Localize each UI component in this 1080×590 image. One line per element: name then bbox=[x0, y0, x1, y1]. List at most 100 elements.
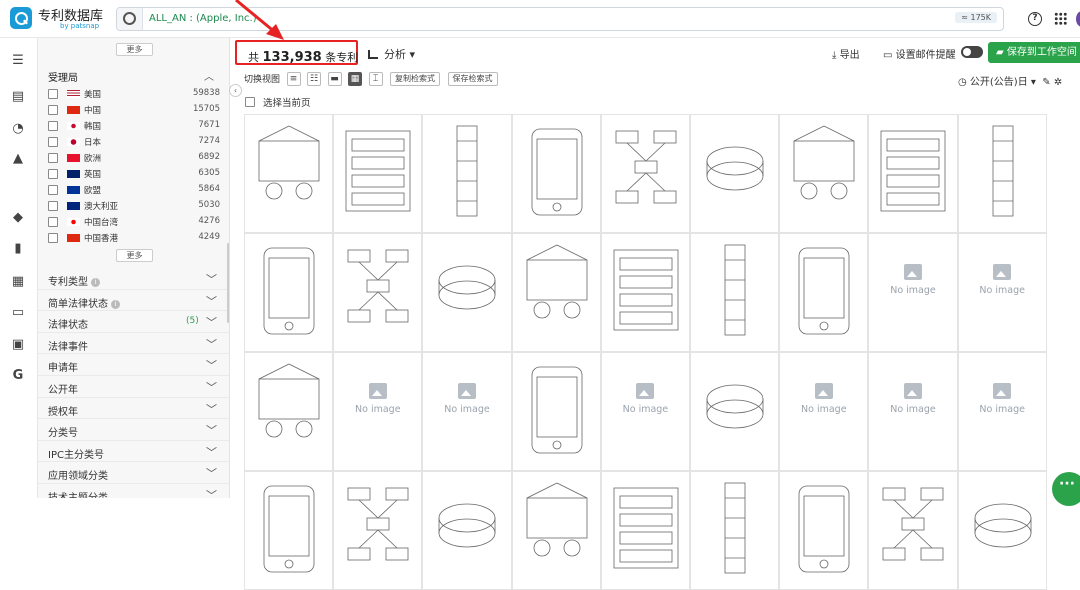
patsnap-logo-icon[interactable] bbox=[10, 7, 32, 29]
layers-icon[interactable]: ◆ bbox=[10, 211, 26, 225]
checkbox-icon[interactable] bbox=[245, 97, 255, 107]
checkbox-icon[interactable] bbox=[48, 153, 58, 163]
patent-thumbnail[interactable] bbox=[600, 233, 690, 352]
patent-thumbnail[interactable] bbox=[779, 114, 869, 233]
help-circle-icon[interactable]: ? bbox=[1028, 12, 1042, 26]
patent-thumbnail[interactable]: No image bbox=[333, 352, 423, 471]
country-item[interactable]: 欧洲 6892 bbox=[48, 150, 220, 166]
info-icon[interactable]: i bbox=[91, 278, 100, 287]
chevron-down-icon[interactable]: ﹀ bbox=[206, 271, 217, 287]
chat-support-icon[interactable] bbox=[1052, 472, 1080, 506]
checkbox-icon[interactable] bbox=[48, 217, 58, 227]
patent-thumbnail[interactable] bbox=[511, 114, 601, 233]
patent-thumbnail[interactable] bbox=[333, 471, 423, 590]
save-query-button[interactable]: 保存检索式 bbox=[447, 72, 498, 86]
clock-icon[interactable]: ◔ bbox=[10, 122, 26, 136]
search-query[interactable]: ALL_AN : (Apple, Inc.) bbox=[149, 13, 257, 24]
patent-thumbnail[interactable] bbox=[868, 471, 958, 590]
patent-thumbnail[interactable] bbox=[511, 352, 601, 471]
facet-item[interactable]: 技术主题分类 ﹀ bbox=[38, 484, 229, 498]
dashboard-icon[interactable]: ▦ bbox=[10, 275, 26, 289]
patent-thumbnail[interactable] bbox=[333, 114, 423, 233]
grid-view-icon[interactable]: ▦ bbox=[348, 72, 363, 86]
section-title-office[interactable]: 受理局 bbox=[48, 69, 78, 84]
search-input[interactable]: ALL_AN : (Apple, Inc.) ≈ 175K bbox=[116, 7, 1004, 31]
chevron-down-icon[interactable]: ﹀ bbox=[206, 444, 217, 460]
report-icon[interactable]: ▣ bbox=[10, 338, 26, 352]
patent-thumbnail[interactable] bbox=[600, 471, 690, 590]
country-item[interactable]: 中国台湾 4276 bbox=[48, 214, 220, 230]
bar-chart-icon[interactable]: ▮ bbox=[10, 242, 26, 256]
checkbox-icon[interactable] bbox=[48, 233, 58, 243]
chevron-down-icon[interactable]: ﹀ bbox=[206, 379, 217, 395]
patent-thumbnail[interactable] bbox=[868, 114, 958, 233]
patent-thumbnail[interactable]: No image bbox=[779, 352, 869, 471]
facet-item[interactable]: 公开年 ﹀ bbox=[38, 376, 229, 398]
inbox-icon[interactable]: ▭ bbox=[10, 306, 26, 320]
save-workspace-button[interactable]: ▰ 保存到工作空间 bbox=[988, 42, 1080, 63]
list-view-icon[interactable]: ≡ bbox=[286, 72, 301, 86]
facet-item[interactable]: IPC主分类号 ﹀ bbox=[38, 441, 229, 463]
select-page-checkbox[interactable]: 选择当前页 bbox=[245, 95, 311, 109]
checkbox-icon[interactable] bbox=[48, 105, 58, 115]
patent-thumbnail[interactable]: No image bbox=[957, 352, 1047, 471]
split-view-icon[interactable]: ⌶ bbox=[368, 72, 383, 86]
g-brand-icon[interactable]: G bbox=[10, 369, 26, 383]
checkbox-icon[interactable] bbox=[48, 89, 58, 99]
country-item[interactable]: 中国 15705 bbox=[48, 102, 220, 118]
patent-thumbnail[interactable] bbox=[690, 114, 780, 233]
chevron-down-icon[interactable]: ﹀ bbox=[206, 357, 217, 373]
menu-expand-icon[interactable]: ☰ bbox=[10, 54, 26, 68]
facet-item[interactable]: 申请年 ﹀ bbox=[38, 354, 229, 376]
patent-thumbnail[interactable] bbox=[244, 114, 334, 233]
patent-thumbnail[interactable] bbox=[422, 471, 512, 590]
patent-thumbnail[interactable] bbox=[244, 352, 334, 471]
email-alert-button[interactable]: ▭ 设置邮件提醒 bbox=[883, 46, 956, 61]
facet-item[interactable]: 应用领域分类 ﹀ bbox=[38, 462, 229, 484]
facet-item[interactable]: 分类号 ﹀ bbox=[38, 419, 229, 441]
patent-thumbnail[interactable]: No image bbox=[422, 352, 512, 471]
mountain-chart-icon[interactable]: ▲ bbox=[10, 152, 26, 166]
pen-icon[interactable]: ✎ bbox=[1042, 77, 1050, 88]
chevron-down-icon[interactable]: ﹀ bbox=[206, 336, 217, 352]
patent-thumbnail[interactable] bbox=[511, 233, 601, 352]
country-item[interactable]: 韩国 7671 bbox=[48, 118, 220, 134]
facet-item[interactable]: 专利类型 i ﹀ bbox=[38, 268, 229, 290]
country-item[interactable]: 澳大利亚 5030 bbox=[48, 198, 220, 214]
facet-item[interactable]: 授权年 ﹀ bbox=[38, 398, 229, 420]
facet-item[interactable]: 法律事件 ﹀ bbox=[38, 333, 229, 355]
facet-item[interactable]: 法律状态 (5) ﹀ bbox=[38, 311, 229, 333]
patent-thumbnail[interactable] bbox=[779, 471, 869, 590]
checkbox-icon[interactable] bbox=[48, 169, 58, 179]
more-button-bottom[interactable]: 更多 bbox=[116, 249, 153, 262]
checkbox-icon[interactable] bbox=[48, 121, 58, 131]
globe-icon[interactable] bbox=[117, 8, 143, 30]
detail-view-icon[interactable]: ☷ bbox=[307, 72, 322, 86]
patent-thumbnail[interactable]: No image bbox=[868, 233, 958, 352]
patent-thumbnail[interactable] bbox=[422, 114, 512, 233]
facet-item[interactable]: 简单法律状态 i ﹀ bbox=[38, 290, 229, 312]
chevron-down-icon[interactable]: ﹀ bbox=[206, 293, 217, 309]
country-item[interactable]: 英国 6305 bbox=[48, 166, 220, 182]
checkbox-icon[interactable] bbox=[48, 201, 58, 211]
chevron-down-icon[interactable]: ﹀ bbox=[206, 487, 217, 498]
patent-thumbnail[interactable] bbox=[690, 233, 780, 352]
patent-thumbnail[interactable]: No image bbox=[957, 233, 1047, 352]
patent-thumbnail[interactable] bbox=[690, 471, 780, 590]
patent-thumbnail[interactable] bbox=[957, 114, 1047, 233]
analysis-dropdown[interactable]: 分析 ▾ bbox=[368, 46, 415, 62]
checkbox-icon[interactable] bbox=[48, 137, 58, 147]
country-item[interactable]: 日本 7274 bbox=[48, 134, 220, 150]
country-item[interactable]: 中国香港 4249 bbox=[48, 230, 220, 246]
more-button-top[interactable]: 更多 bbox=[116, 43, 153, 56]
country-item[interactable]: 美国 59838 bbox=[48, 86, 220, 102]
image-view-icon[interactable]: ▬ bbox=[327, 72, 342, 86]
country-item[interactable]: 欧盟 5864 bbox=[48, 182, 220, 198]
document-search-icon[interactable]: ▤ bbox=[10, 90, 26, 104]
patent-thumbnail[interactable] bbox=[957, 471, 1047, 590]
chevron-down-icon[interactable]: ﹀ bbox=[206, 465, 217, 481]
patent-thumbnail[interactable] bbox=[511, 471, 601, 590]
chevron-down-icon[interactable]: ﹀ bbox=[206, 401, 217, 417]
sort-dropdown[interactable]: ◷ 公开(公告)日 ▾ ✎ ✲ bbox=[958, 73, 1062, 88]
patent-thumbnail[interactable] bbox=[779, 233, 869, 352]
